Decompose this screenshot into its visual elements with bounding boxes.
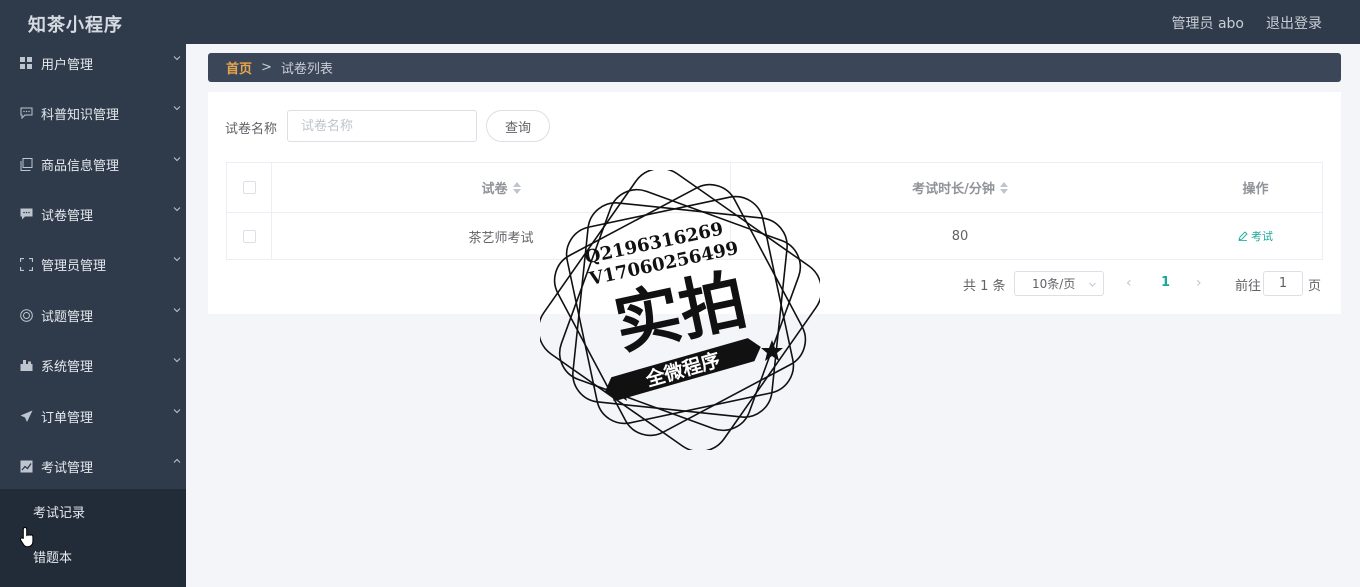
select-all-checkbox[interactable] xyxy=(242,181,256,194)
sidebar-item-label: 管理员管理 xyxy=(41,258,107,274)
chevron-down-icon xyxy=(173,106,181,111)
header-checkbox-cell xyxy=(227,163,272,212)
paper-plane-icon xyxy=(19,409,33,423)
breadcrumb-current: 试卷列表 xyxy=(280,62,333,77)
watermark-stamp: Q2196316269 V17060256499 实拍 全微程序 xyxy=(540,170,820,450)
column-header-label: 试卷 xyxy=(481,182,508,197)
sidebar-item-label: 试题管理 xyxy=(41,309,94,325)
page-size-value: 10条/页 xyxy=(1032,277,1076,291)
top-navbar: 知茶小程序 管理员 abo 退出登录 xyxy=(0,0,1360,44)
exam-name-search-input[interactable] xyxy=(287,110,477,142)
sidebar-subitem-label: 错题本 xyxy=(33,550,73,566)
sidebar-item-label: 订单管理 xyxy=(41,410,94,426)
sort-icon[interactable] xyxy=(512,181,521,194)
chevron-down-icon xyxy=(1089,282,1096,287)
column-header-action: 操作 xyxy=(1189,163,1322,212)
cell-action: 考试 xyxy=(1189,213,1322,259)
house-icon xyxy=(19,358,33,372)
logout-button[interactable]: 退出登录 xyxy=(1266,13,1322,33)
chevron-down-icon xyxy=(173,207,181,212)
target-icon xyxy=(19,308,33,322)
chevron-down-icon xyxy=(173,56,181,61)
chevron-down-icon xyxy=(173,157,181,162)
goto-page-input[interactable] xyxy=(1263,271,1303,296)
chart-icon xyxy=(19,459,33,473)
sidebar-item-exam-paper-management[interactable]: 试卷管理 xyxy=(0,189,186,239)
column-header-label: 考试时长/分钟 xyxy=(912,182,995,197)
sidebar-item-admin-management[interactable]: 管理员管理 xyxy=(0,239,186,289)
chat-icon xyxy=(19,207,33,221)
sidebar-item-order-management[interactable]: 订单管理 xyxy=(0,391,186,441)
pagination-total: 共 1 条 xyxy=(963,279,1006,294)
copy-icon xyxy=(19,157,33,171)
search-label: 试卷名称 xyxy=(225,122,278,137)
sidebar-item-exam-management[interactable]: 考试管理 xyxy=(0,441,186,491)
sidebar-item-question-management[interactable]: 试题管理 xyxy=(0,290,186,340)
hand-cursor-icon xyxy=(20,526,34,548)
chevron-down-icon xyxy=(173,257,181,262)
edit-icon xyxy=(1238,231,1248,241)
breadcrumb: 首页 > 试卷列表 xyxy=(208,53,1341,82)
column-header-label: 操作 xyxy=(1242,182,1269,197)
sidebar-item-user-management[interactable]: 用户管理 xyxy=(0,44,186,88)
chevron-down-icon xyxy=(173,308,181,313)
comment-icon xyxy=(19,106,33,120)
next-page-button[interactable]: › xyxy=(1196,275,1202,291)
sort-icon[interactable] xyxy=(999,181,1008,194)
page-size-select[interactable]: 10条/页 xyxy=(1014,271,1104,296)
sidebar-item-label: 试卷管理 xyxy=(41,208,94,224)
row-checkbox[interactable] xyxy=(242,229,256,243)
row-checkbox-cell xyxy=(227,213,272,259)
prev-page-button[interactable]: ‹ xyxy=(1126,275,1132,291)
star-icon xyxy=(761,340,783,361)
page-number-current[interactable]: 1 xyxy=(1161,275,1170,290)
sidebar-item-label: 商品信息管理 xyxy=(41,158,120,174)
search-button[interactable]: 查询 xyxy=(486,110,550,142)
sidebar-menu: 用户管理 科普知识管理 商品信息管理 试卷管理 管理员管理 试题管理 系统管理 … xyxy=(0,44,186,587)
admin-user-label[interactable]: 管理员 abo xyxy=(1172,13,1244,33)
page-unit-label: 页 xyxy=(1308,279,1322,294)
sidebar-item-label: 系统管理 xyxy=(41,359,94,375)
app-title: 知茶小程序 xyxy=(28,15,123,36)
sidebar-item-label: 科普知识管理 xyxy=(41,107,120,123)
breadcrumb-home-link[interactable]: 首页 xyxy=(226,58,252,77)
chevron-up-icon xyxy=(173,458,181,463)
goto-label: 前往 xyxy=(1235,279,1262,294)
fullscreen-icon xyxy=(19,257,33,271)
take-exam-label: 考试 xyxy=(1251,230,1273,243)
sidebar-item-label: 考试管理 xyxy=(41,460,94,476)
take-exam-link[interactable]: 考试 xyxy=(1238,228,1273,244)
sidebar-item-knowledge-management[interactable]: 科普知识管理 xyxy=(0,88,186,138)
sidebar-item-product-management[interactable]: 商品信息管理 xyxy=(0,139,186,189)
sidebar-item-label: 用户管理 xyxy=(41,57,94,73)
header-actions: 管理员 abo 退出登录 xyxy=(1172,13,1322,33)
sidebar-subitem-label: 考试记录 xyxy=(33,505,86,521)
grid-icon xyxy=(19,56,33,70)
sidebar-item-system-management[interactable]: 系统管理 xyxy=(0,340,186,390)
chevron-down-icon xyxy=(173,409,181,414)
breadcrumb-separator: > xyxy=(261,60,272,75)
chevron-down-icon xyxy=(173,358,181,363)
